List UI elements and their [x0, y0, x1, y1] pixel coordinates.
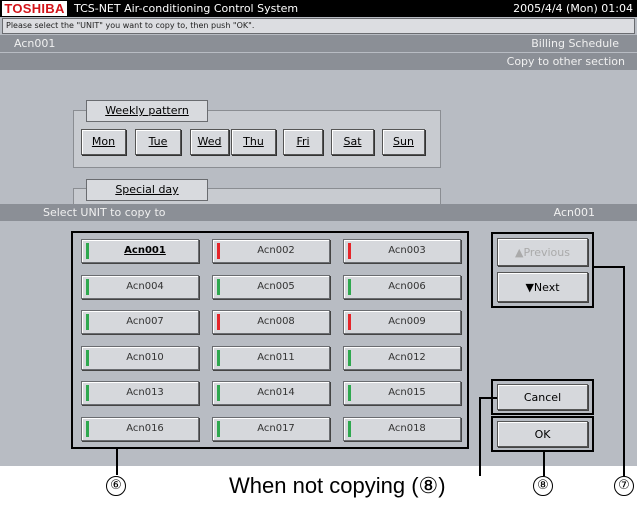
callout-8a-leader-h [480, 397, 497, 399]
unit-button-acn007[interactable]: Acn007 [81, 310, 199, 335]
unit-status-indicator [217, 314, 220, 331]
unit-label: Acn018 [388, 423, 426, 434]
unit-label: Acn008 [257, 316, 295, 328]
callout-7-leader-h [594, 266, 624, 268]
unit-status-indicator [348, 314, 351, 331]
brand-logo: TOSHIBA [2, 1, 67, 16]
unit-status-indicator [217, 385, 220, 402]
unit-label: Acn001 [124, 245, 166, 256]
day-button-fri[interactable]: Fri [283, 129, 323, 155]
unit-label: Acn003 [388, 245, 426, 256]
ok-button[interactable]: OK [497, 421, 588, 447]
sub-header-bar: Copy to other section [0, 53, 637, 70]
unit-button-acn004[interactable]: Acn004 [81, 274, 199, 299]
header-screen-title: Billing Schedule [531, 37, 619, 50]
callout-7: ⑦ [614, 476, 634, 496]
unit-status-indicator [348, 278, 351, 295]
unit-button-acn001[interactable]: Acn001 [81, 239, 199, 263]
title-bar: TOSHIBA TCS-NET Air-conditioning Control… [0, 0, 637, 17]
callout-8b-leader [543, 452, 545, 476]
unit-button-acn016[interactable]: Acn016 [81, 417, 199, 441]
unit-label: Acn016 [126, 423, 164, 434]
unit-button-acn005[interactable]: Acn005 [212, 274, 330, 299]
next-label: Next [533, 281, 560, 294]
unit-label: Acn002 [257, 245, 295, 256]
unit-button-acn006[interactable]: Acn006 [343, 274, 461, 299]
caption-when-not-copying: When not copying (⑧) [229, 473, 446, 498]
unit-button-acn014[interactable]: Acn014 [212, 381, 330, 406]
header-unit: Acn001 [14, 37, 56, 50]
header-bar: Acn001 Billing Schedule [0, 35, 637, 52]
unit-status-indicator [86, 278, 89, 295]
unit-label: Acn014 [257, 387, 295, 399]
previous-label: Previous [523, 246, 570, 259]
message-bar: Please select the "UNIT" you want to cop… [2, 18, 635, 34]
unit-button-acn013[interactable]: Acn013 [81, 381, 199, 406]
unit-status-indicator [348, 349, 351, 366]
select-unit-label: Select UNIT to copy to [43, 206, 166, 219]
unit-button-acn015[interactable]: Acn015 [343, 381, 461, 406]
unit-button-acn002[interactable]: Acn002 [212, 239, 330, 263]
unit-label: Acn004 [126, 280, 164, 292]
select-unit-bar: Select UNIT to copy to Acn001 [0, 204, 637, 221]
day-button-mon[interactable]: Mon [81, 129, 126, 155]
unit-status-indicator [217, 243, 220, 259]
unit-label: Acn006 [388, 280, 426, 292]
unit-label: Acn017 [257, 423, 295, 434]
unit-label: Acn005 [257, 280, 295, 292]
down-arrow-icon: ▼ [525, 281, 534, 294]
unit-button-acn008[interactable]: Acn008 [212, 310, 330, 335]
callout-8: ⑧ [533, 476, 553, 496]
day-button-thu[interactable]: Thu [231, 129, 276, 155]
callout-8a-leader-v [479, 397, 481, 476]
next-button[interactable]: ▼Next [497, 272, 588, 302]
datetime: 2005/4/4 (Mon) 01:04 [513, 2, 633, 15]
unit-button-acn011[interactable]: Acn011 [212, 345, 330, 370]
previous-button[interactable]: ▲Previous [497, 238, 588, 266]
unit-status-indicator [86, 349, 89, 366]
unit-button-acn018[interactable]: Acn018 [343, 417, 461, 441]
unit-status-indicator [86, 314, 89, 331]
unit-label: Acn012 [388, 351, 426, 363]
unit-status-indicator [217, 421, 220, 437]
callout-7-leader-v [623, 266, 625, 476]
unit-button-acn010[interactable]: Acn010 [81, 345, 199, 370]
unit-label: Acn013 [126, 387, 164, 399]
unit-status-indicator [217, 349, 220, 366]
day-button-tue[interactable]: Tue [135, 129, 181, 155]
unit-label: Acn009 [388, 316, 426, 328]
unit-status-indicator [348, 421, 351, 437]
unit-button-acn017[interactable]: Acn017 [212, 417, 330, 441]
special-day-title: Special day [86, 179, 208, 201]
day-button-sun[interactable]: Sun [382, 129, 425, 155]
unit-status-indicator [348, 385, 351, 402]
cancel-button[interactable]: Cancel [497, 384, 588, 410]
unit-status-indicator [86, 421, 89, 437]
unit-status-indicator [217, 278, 220, 295]
unit-status-indicator [348, 243, 351, 259]
unit-status-indicator [86, 385, 89, 402]
callout-6: ⑥ [106, 476, 126, 496]
unit-button-acn009[interactable]: Acn009 [343, 310, 461, 335]
unit-status-indicator [86, 243, 89, 259]
unit-label: Acn011 [257, 351, 295, 363]
day-button-sat[interactable]: Sat [331, 129, 374, 155]
weekly-pattern-title: Weekly pattern [86, 100, 208, 122]
unit-label: Acn007 [126, 316, 164, 328]
unit-label: Acn010 [126, 351, 164, 363]
current-unit: Acn001 [553, 206, 595, 219]
unit-button-acn003[interactable]: Acn003 [343, 239, 461, 263]
app-title: TCS-NET Air-conditioning Control System [74, 2, 299, 15]
header-sub-screen: Copy to other section [506, 55, 625, 68]
unit-label: Acn015 [388, 387, 426, 399]
unit-button-acn012[interactable]: Acn012 [343, 345, 461, 370]
day-button-wed[interactable]: Wed [190, 129, 229, 155]
callout-6-leader [116, 449, 118, 475]
